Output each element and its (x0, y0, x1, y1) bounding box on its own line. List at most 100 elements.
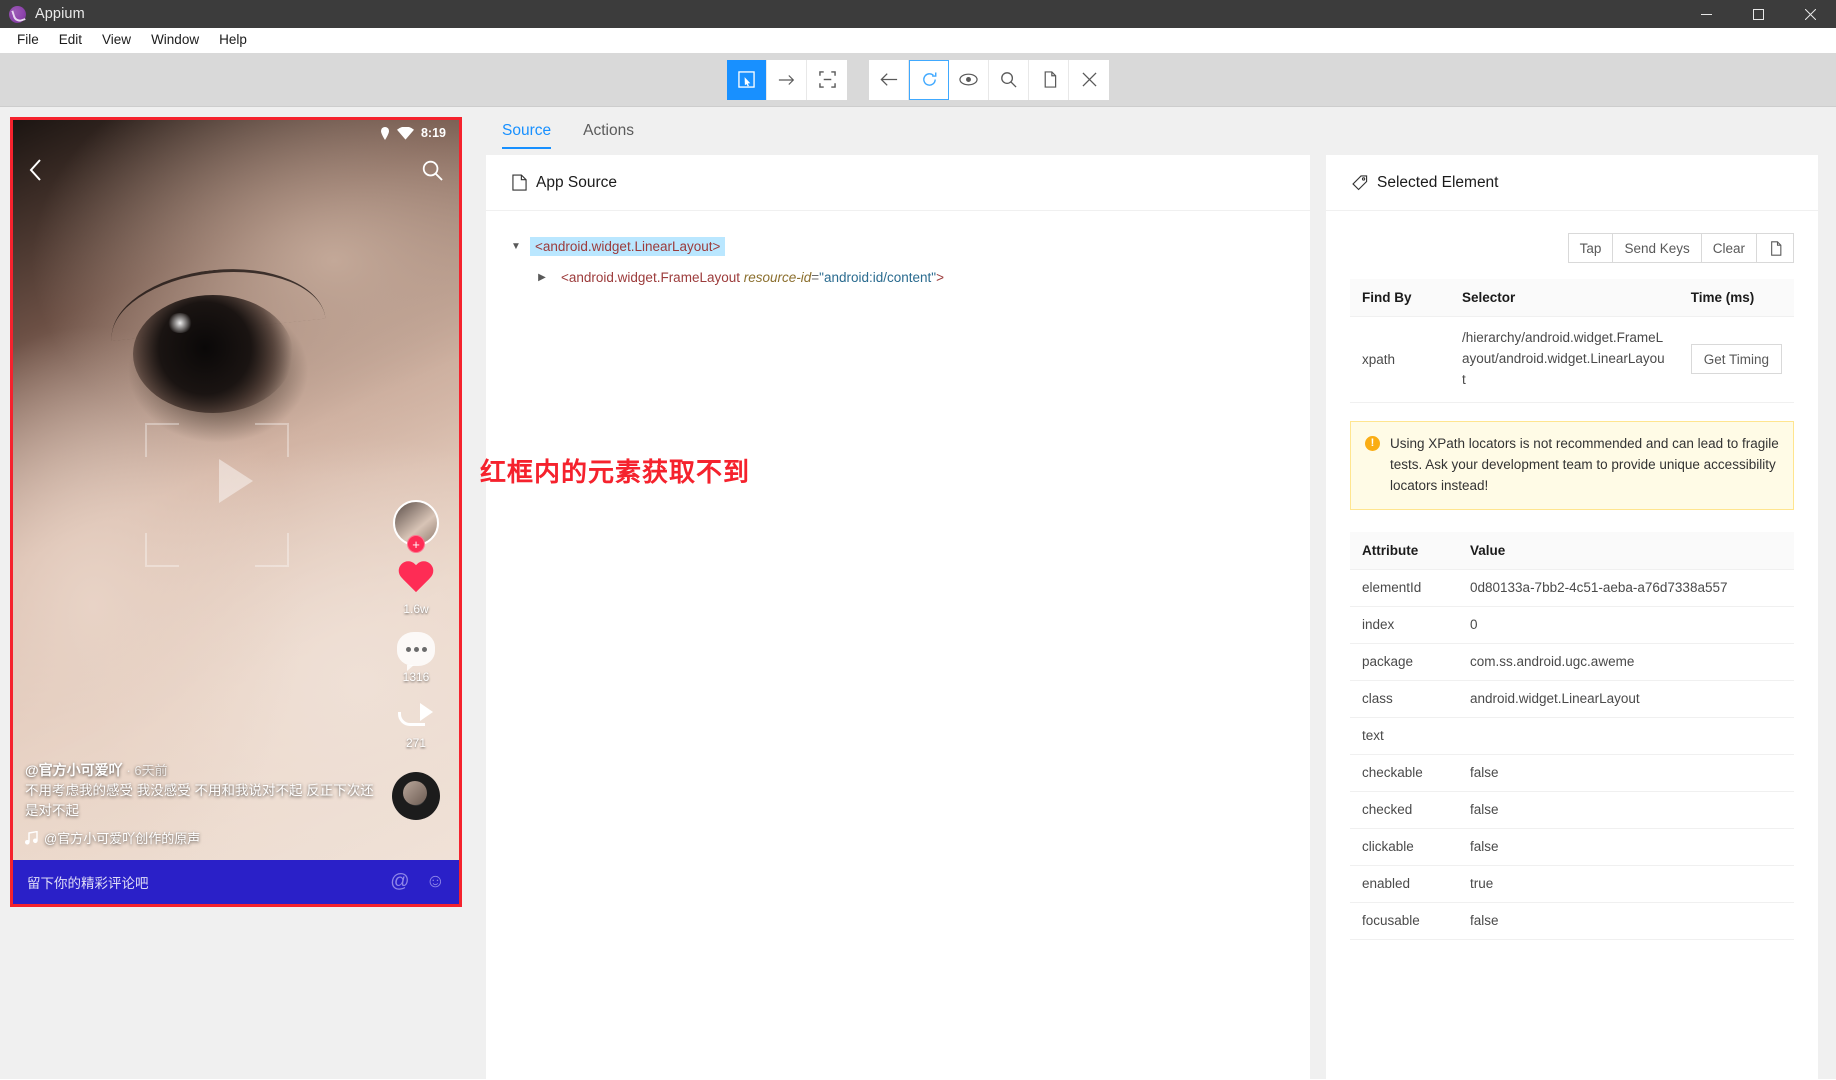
tree-row[interactable]: ▼ <android.widget.LinearLayout> (508, 237, 1310, 256)
selector-table: Find By Selector Time (ms) xpath /hierar… (1350, 279, 1794, 403)
video-caption: @官方小可爱吖 · 6天前 不用考虑我的感受 我没感受 不用和我说对不起 反正下… (25, 760, 379, 848)
music-disc-icon[interactable] (392, 772, 440, 820)
attr-key: text (1350, 717, 1458, 755)
eye-icon[interactable] (949, 59, 989, 100)
attr-value: false (1458, 902, 1794, 940)
device-clock: 8:19 (420, 126, 446, 140)
tree-node-framelayout[interactable]: <android.widget.FrameLayout resource-id=… (556, 268, 949, 287)
close-button[interactable] (1784, 0, 1836, 28)
attr-value: android.widget.LinearLayout (1458, 680, 1794, 718)
comment-bar-icons: @ ☺ (390, 871, 445, 893)
document-icon (512, 174, 527, 191)
minimize-button[interactable] (1680, 0, 1732, 28)
warning-icon: ! (1365, 435, 1380, 451)
menu-window[interactable]: Window (141, 30, 209, 50)
tree-node-tag: <android.widget.FrameLayout (561, 270, 740, 285)
share-arrow-icon (396, 700, 436, 732)
wifi-icon (396, 126, 414, 140)
device-column: 8:19 + 1.6w 1316 271 @官方小可爱吖 · 6天前 不用考虑我… (0, 107, 472, 1079)
attr-value: true (1458, 865, 1794, 903)
col-selector: Selector (1450, 279, 1679, 317)
get-timing-button[interactable]: Get Timing (1690, 344, 1782, 375)
device-status-bar: 8:19 (13, 120, 459, 146)
caption-username[interactable]: @官方小可爱吖 (25, 762, 123, 778)
menu-edit[interactable]: Edit (49, 30, 92, 50)
chevron-right-icon[interactable]: ▶ (534, 272, 550, 283)
attr-key: checked (1350, 791, 1458, 829)
col-time-ms: Time (ms) (1678, 279, 1794, 317)
table-row: xpath /hierarchy/android.widget.FrameLay… (1350, 316, 1794, 403)
select-element-icon[interactable] (727, 59, 767, 100)
attribute-table-header: Attribute Value (1350, 531, 1794, 570)
emoji-icon[interactable]: ☺ (426, 871, 445, 893)
main-area: 8:19 + 1.6w 1316 271 @官方小可爱吖 · 6天前 不用考虑我… (0, 107, 1836, 1079)
eye-decor (133, 295, 293, 413)
play-icon[interactable] (219, 458, 253, 503)
copy-icon (1771, 240, 1782, 256)
tab-source[interactable]: Source (502, 107, 552, 155)
refresh-icon[interactable] (909, 59, 949, 100)
selected-element-header: Selected Element (1326, 155, 1818, 211)
element-action-group: Tap Send Keys Clear (1567, 233, 1794, 263)
xpath-warning-box: ! Using XPath locators is not recommende… (1350, 420, 1794, 510)
back-icon[interactable] (869, 59, 909, 100)
attr-value: false (1458, 828, 1794, 866)
selected-element-title: Selected Element (1377, 173, 1499, 191)
tree-row[interactable]: ▶ <android.widget.FrameLayout resource-i… (508, 268, 1310, 287)
app-source-body: ▼ <android.widget.LinearLayout> ▶ <andro… (480, 211, 1310, 1079)
focus-frame-overlay (145, 423, 289, 567)
table-row: index 0 (1350, 606, 1794, 644)
caption-text: 不用考虑我的感受 我没感受 不用和我说对不起 反正下次还是对不起 (25, 783, 374, 819)
col-value: Value (1458, 531, 1794, 570)
author-avatar[interactable]: + (393, 500, 439, 553)
music-note-icon (25, 831, 38, 845)
attr-value: false (1458, 791, 1794, 829)
copy-attributes-button[interactable] (1756, 233, 1794, 263)
device-right-rail: + 1.6w 1316 271 (383, 500, 449, 820)
element-action-row: Tap Send Keys Clear (1326, 211, 1818, 263)
tree-node-attr-key: resource-id (743, 270, 812, 285)
follow-plus-icon[interactable]: + (407, 535, 425, 553)
warning-text: Using XPath locators is not recommended … (1390, 435, 1779, 493)
interaction-mode-group (727, 59, 847, 100)
attr-key: index (1350, 606, 1458, 644)
swipe-icon[interactable] (767, 59, 807, 100)
menu-view[interactable]: View (92, 30, 141, 50)
at-mention-icon[interactable]: @ (390, 871, 409, 893)
clear-button[interactable]: Clear (1700, 233, 1756, 263)
table-row: elementId 0d80133a-7bb2-4c51-aeba-a76d733… (1350, 569, 1794, 607)
tap-button[interactable]: Tap (1567, 233, 1613, 263)
menu-file[interactable]: File (7, 30, 49, 50)
menu-help[interactable]: Help (209, 30, 257, 50)
copy-icon[interactable] (1029, 59, 1069, 100)
attribute-table: Attribute Value elementId 0d80133a-7bb2-4… (1350, 531, 1794, 940)
attr-value: 0d80133a-7bb2-4c51-aeba-a76d7338a557 (1458, 569, 1794, 607)
device-search-icon[interactable] (422, 160, 443, 181)
attr-key: clickable (1350, 828, 1458, 866)
tab-actions[interactable]: Actions (583, 107, 634, 155)
tap-by-coordinates-icon[interactable] (807, 59, 847, 100)
attr-key: package (1350, 643, 1458, 681)
inspector-panels: App Source ▼ <android.widget.LinearLayou… (472, 155, 1836, 1079)
device-screenshot[interactable]: 8:19 + 1.6w 1316 271 @官方小可爱吖 · 6天前 不用考虑我… (10, 117, 462, 907)
search-icon[interactable] (989, 59, 1029, 100)
comment-input-bar[interactable]: 留下你的精彩评论吧 @ ☺ (13, 860, 459, 904)
caption-music-row[interactable]: @官方小可爱吖创作的原声 (25, 829, 379, 849)
close-icon[interactable] (1069, 59, 1109, 100)
attr-value (1458, 717, 1794, 755)
tree-node-attr-value: "android:id/content" (819, 270, 937, 285)
attr-value: false (1458, 754, 1794, 792)
comment-count: 1316 (402, 670, 430, 684)
device-nav-row (13, 152, 459, 188)
table-row: clickable false (1350, 828, 1794, 866)
maximize-button[interactable] (1732, 0, 1784, 28)
share-button[interactable]: 271 (396, 700, 436, 750)
comment-button[interactable]: 1316 (397, 632, 435, 684)
like-button[interactable]: 1.6w (397, 562, 435, 616)
tree-node-linearlayout[interactable]: <android.widget.LinearLayout> (530, 237, 726, 256)
send-keys-button[interactable]: Send Keys (1612, 233, 1701, 263)
app-title: Appium (35, 6, 85, 22)
back-chevron-icon[interactable] (29, 159, 42, 181)
menu-bar: File Edit View Window Help (0, 28, 1836, 53)
chevron-down-icon[interactable]: ▼ (508, 241, 524, 252)
